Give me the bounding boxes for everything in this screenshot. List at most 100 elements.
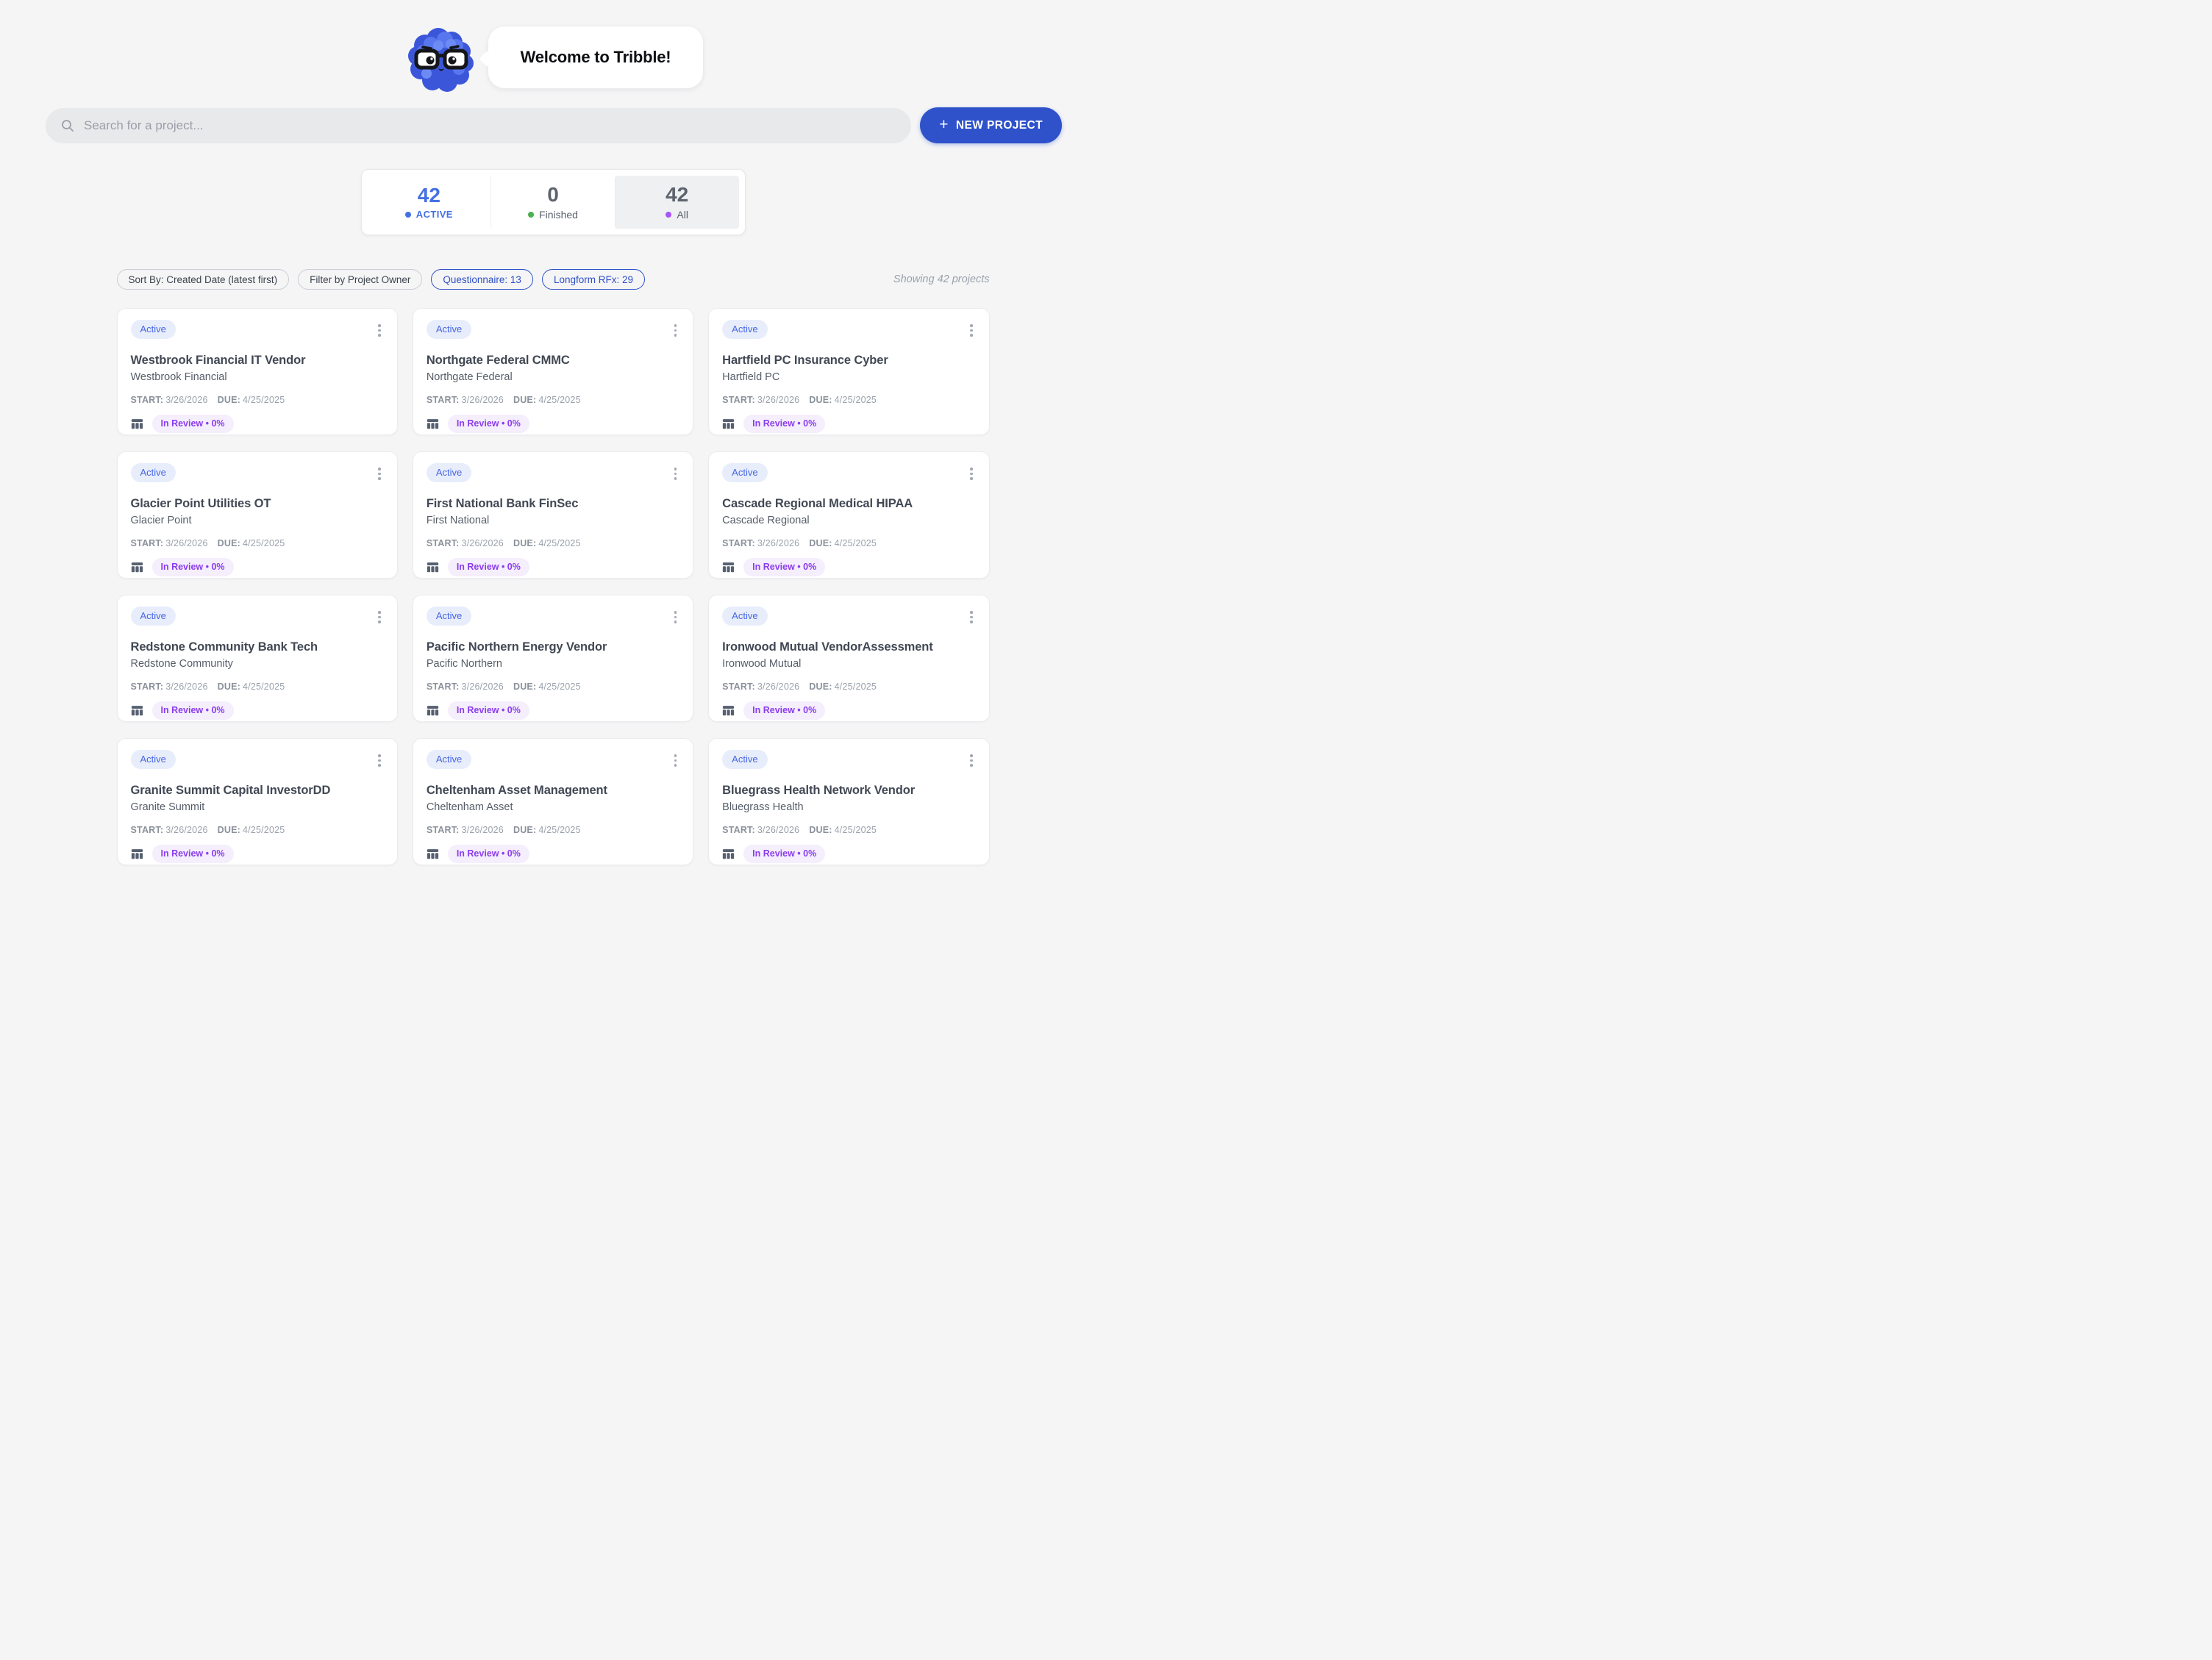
kebab-menu-icon[interactable] [671,463,680,484]
tribble-mascot-icon [403,22,479,96]
table-icon [427,704,439,717]
kebab-menu-icon[interactable] [967,750,976,771]
due-date: DUE:4/25/2025 [218,681,285,692]
longform-rfx-chip[interactable]: Longform RFx: 29 [542,269,645,290]
project-card[interactable]: Active Hartfield PC Insurance Cyber Hart… [708,308,989,435]
card-footer: In Review • 0% [427,701,679,720]
project-title[interactable]: Redstone Community Bank Tech [131,640,384,654]
project-owner: First National [427,515,679,526]
start-date: START:3/26/2026 [131,825,208,835]
project-title[interactable]: Bluegrass Health Network Vendor [722,784,975,798]
card-footer: In Review • 0% [427,558,679,576]
progress-badge: In Review • 0% [448,415,529,433]
project-title[interactable]: First National Bank FinSec [427,497,679,511]
card-footer: In Review • 0% [131,701,384,720]
kebab-menu-icon[interactable] [671,320,680,341]
due-date: DUE:4/25/2025 [218,825,285,835]
active-dot-icon [405,212,411,218]
progress-badge: In Review • 0% [448,558,529,576]
project-card[interactable]: Active Granite Summit Capital InvestorDD… [117,738,398,865]
project-owner: Cheltenham Asset [427,801,679,813]
card-footer: In Review • 0% [427,845,679,863]
table-icon [427,848,439,860]
progress-badge: In Review • 0% [743,415,825,433]
welcome-text: Welcome to Tribble! [521,48,671,67]
project-dates: START:3/26/2026 DUE:4/25/2025 [427,538,679,548]
project-card[interactable]: Active Redstone Community Bank Tech Reds… [117,595,398,722]
project-title[interactable]: Hartfield PC Insurance Cyber [722,354,975,368]
project-card[interactable]: Active Cascade Regional Medical HIPAA Ca… [708,451,989,579]
status-badge: Active [427,320,471,339]
table-icon [427,561,439,573]
project-dates: START:3/26/2026 DUE:4/25/2025 [131,681,384,692]
project-card[interactable]: Active Bluegrass Health Network Vendor B… [708,738,989,865]
stat-finished-value: 0 [547,184,559,205]
project-title[interactable]: Glacier Point Utilities OT [131,497,384,511]
project-owner: Bluegrass Health [722,801,975,813]
stat-active-label: ACTIVE [405,209,453,220]
project-card[interactable]: Active First National Bank FinSec First … [413,451,693,579]
kebab-menu-icon[interactable] [671,750,680,771]
stat-finished[interactable]: 0 Finished [490,176,615,229]
kebab-menu-icon[interactable] [375,750,384,771]
card-header: Active [722,320,975,341]
search-row: + NEW PROJECT [46,107,1062,143]
new-project-button[interactable]: + NEW PROJECT [920,107,1062,143]
kebab-menu-icon[interactable] [375,463,384,484]
stat-active[interactable]: 42 ACTIVE [368,176,491,229]
project-owner: Granite Summit [131,801,384,813]
stat-active-value: 42 [418,185,440,206]
start-date: START:3/26/2026 [131,538,208,548]
due-date: DUE:4/25/2025 [218,538,285,548]
project-card[interactable]: Active Glacier Point Utilities OT Glacie… [117,451,398,579]
project-title[interactable]: Westbrook Financial IT Vendor [131,354,384,368]
card-header: Active [131,463,384,484]
kebab-menu-icon[interactable] [375,607,384,628]
project-owner: Hartfield PC [722,371,975,383]
table-icon [722,848,735,860]
progress-badge: In Review • 0% [743,845,825,863]
kebab-menu-icon[interactable] [967,320,976,341]
stat-all[interactable]: 42 All [615,176,739,229]
filter-toolbar: Sort By: Created Date (latest first) Fil… [117,269,990,290]
status-badge: Active [131,607,176,626]
stats-card: 42 ACTIVE 0 Finished 42 All [361,169,746,235]
all-dot-icon [666,212,671,218]
stats-section: 42 ACTIVE 0 Finished 42 All [0,169,1106,235]
status-badge: Active [427,607,471,626]
project-title[interactable]: Northgate Federal CMMC [427,354,679,368]
project-card[interactable]: Active Northgate Federal CMMC Northgate … [413,308,693,435]
plus-icon: + [939,117,949,132]
project-title[interactable]: Cascade Regional Medical HIPAA [722,497,975,511]
kebab-menu-icon[interactable] [967,607,976,628]
kebab-menu-icon[interactable] [967,463,976,484]
sort-by-chip[interactable]: Sort By: Created Date (latest first) [117,269,290,290]
project-card[interactable]: Active Ironwood Mutual VendorAssessment … [708,595,989,722]
project-card[interactable]: Active Cheltenham Asset Management Chelt… [413,738,693,865]
project-title[interactable]: Pacific Northern Energy Vendor [427,640,679,654]
card-header: Active [722,750,975,771]
search-icon [60,118,75,133]
kebab-menu-icon[interactable] [671,607,680,628]
start-date: START:3/26/2026 [722,395,799,405]
project-dates: START:3/26/2026 DUE:4/25/2025 [131,825,384,835]
search-box[interactable] [46,108,911,143]
card-header: Active [427,463,679,484]
questionnaire-chip[interactable]: Questionnaire: 13 [431,269,533,290]
kebab-menu-icon[interactable] [375,320,384,341]
project-title[interactable]: Granite Summit Capital InvestorDD [131,784,384,798]
table-icon [131,848,143,860]
project-title[interactable]: Ironwood Mutual VendorAssessment [722,640,975,654]
start-date: START:3/26/2026 [427,825,504,835]
project-owner: Cascade Regional [722,515,975,526]
card-header: Active [427,750,679,771]
project-card[interactable]: Active Pacific Northern Energy Vendor Pa… [413,595,693,722]
project-dates: START:3/26/2026 DUE:4/25/2025 [131,538,384,548]
search-input[interactable] [84,118,904,133]
project-dates: START:3/26/2026 DUE:4/25/2025 [722,538,975,548]
showing-count-text: Showing 42 projects [893,273,990,285]
project-card[interactable]: Active Westbrook Financial IT Vendor Wes… [117,308,398,435]
status-badge: Active [427,463,471,482]
project-title[interactable]: Cheltenham Asset Management [427,784,679,798]
filter-owner-chip[interactable]: Filter by Project Owner [298,269,422,290]
